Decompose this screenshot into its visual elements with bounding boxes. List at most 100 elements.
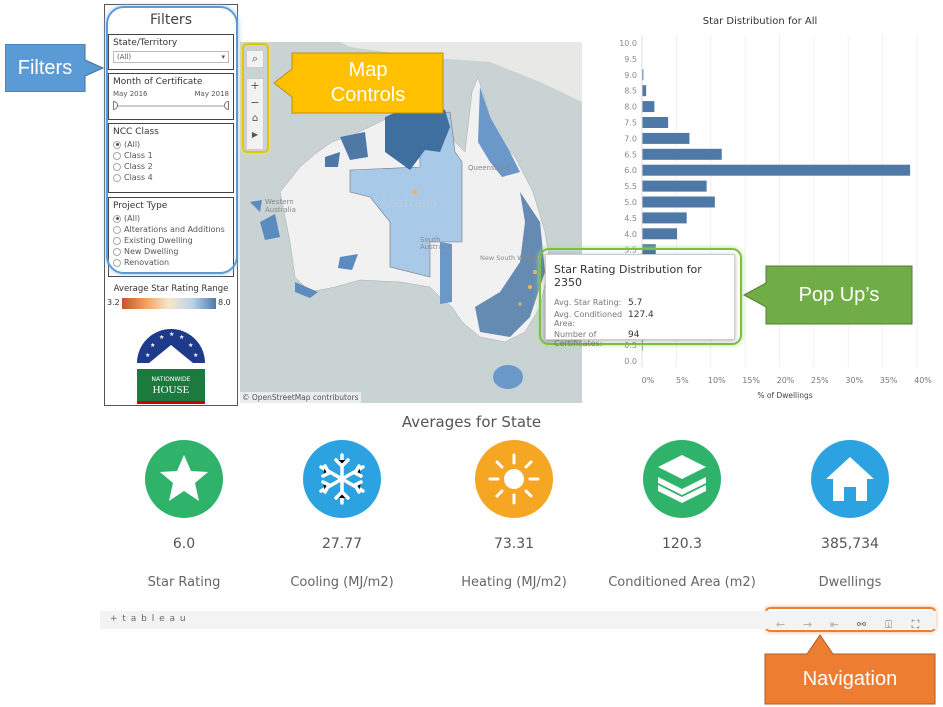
bar[interactable] <box>642 148 722 160</box>
svg-text:★: ★ <box>145 352 150 359</box>
svg-text:★: ★ <box>179 334 184 341</box>
bar[interactable] <box>642 180 707 192</box>
y-tick-label: 4.0 <box>624 230 637 239</box>
y-tick-label: 9.5 <box>624 55 637 64</box>
star-icon <box>145 440 223 518</box>
redo-icon[interactable]: → <box>794 618 821 631</box>
project-option[interactable]: (All) <box>113 214 229 223</box>
color-legend <box>122 298 216 309</box>
map-tooltip: Star Rating Distribution for 2350 Avg. S… <box>545 254 735 348</box>
kpi-label: Heating (MJ/m2) <box>461 575 567 590</box>
y-tick-label: 4.5 <box>624 214 637 223</box>
option-label: Alterations and Additions <box>124 225 225 234</box>
bar[interactable] <box>642 228 678 240</box>
svg-text:Australia: Australia <box>265 206 296 214</box>
chart-title: Star Distribution for All <box>703 16 818 27</box>
x-tick-label: 0% <box>642 376 655 385</box>
ncc-label: NCC Class <box>113 127 159 137</box>
kpi-label: Cooling (MJ/m2) <box>290 575 394 590</box>
y-tick-label: 8.5 <box>624 87 637 96</box>
map-label-queensland: Queensland <box>468 164 510 172</box>
ncc-filter: NCC Class (All) Class 1 Class 2 Class 4 <box>108 123 234 193</box>
month-start: May 2016 <box>113 90 148 98</box>
tooltip-row: Number of Certificates: 94 <box>554 330 726 348</box>
option-label: Class 1 <box>124 151 153 160</box>
ncc-option[interactable]: (All) <box>113 140 229 149</box>
x-tick-label: 30% <box>845 376 863 385</box>
nathers-logo: ★★★ ★ ★★★ NATIONWIDE HOUSE <box>137 329 205 404</box>
radio-button[interactable] <box>113 214 121 223</box>
radio-button[interactable] <box>113 140 121 149</box>
bar[interactable] <box>642 196 715 208</box>
month-end: May 2018 <box>194 90 229 98</box>
legend-title: Average Star Rating Range <box>113 284 229 294</box>
y-tick-label: 9.0 <box>624 71 637 80</box>
radio-button[interactable] <box>113 225 121 234</box>
radio-button[interactable] <box>113 173 121 182</box>
fullscreen-icon[interactable]: ⛶ <box>902 618 929 632</box>
state-value: (All) <box>117 53 132 61</box>
x-tick-label: 40% <box>914 376 932 385</box>
tooltip-key: Avg. Conditioned Area: <box>554 310 623 328</box>
svg-text:NATIONWIDE: NATIONWIDE <box>152 376 191 383</box>
kpi-value: 120.3 <box>661 536 703 552</box>
radio-button[interactable] <box>113 151 121 160</box>
bar[interactable] <box>642 212 687 224</box>
x-axis-label: % of Dwellings <box>757 391 812 400</box>
y-tick-label: 7.5 <box>624 119 637 128</box>
tooltip-value: 5.7 <box>628 298 643 308</box>
month-filter: Month of Certificate May 2016 May 2018 <box>108 73 234 120</box>
state-dropdown[interactable]: (All) ▾ <box>113 51 229 63</box>
y-tick-label: 6.5 <box>624 150 637 159</box>
ncc-option[interactable]: Class 2 <box>113 162 229 171</box>
slider-start-handle[interactable] <box>113 101 118 110</box>
option-label: (All) <box>124 214 141 223</box>
y-tick-label: 0.0 <box>624 357 637 366</box>
bar[interactable] <box>642 164 911 176</box>
kpi-value: 6.0 <box>172 536 196 552</box>
share-icon[interactable]: ⚯ <box>848 618 875 631</box>
legend-min: 3.2 <box>107 298 120 307</box>
bar[interactable] <box>642 117 669 128</box>
month-slider[interactable] <box>113 101 229 111</box>
project-option[interactable]: Existing Dwelling <box>113 236 229 245</box>
y-tick-label: 5.0 <box>624 198 637 207</box>
tableau-logo[interactable]: + t a b l e a u <box>110 614 187 624</box>
state-filter: State/Territory (All) ▾ <box>108 34 234 70</box>
radio-button[interactable] <box>113 162 121 171</box>
svg-text:★: ★ <box>169 331 174 338</box>
ncc-option[interactable]: Class 4 <box>113 173 229 182</box>
bar[interactable] <box>642 85 647 97</box>
radio-button[interactable] <box>113 258 121 267</box>
dropdown-arrow-icon: ▾ <box>221 53 225 61</box>
project-option[interactable]: New Dwelling <box>113 247 229 256</box>
x-tick-label: 35% <box>880 376 898 385</box>
tooltip-row: Avg. Star Rating: 5.7 <box>554 298 726 308</box>
navigation-callout: Navigation <box>802 667 898 690</box>
download-icon[interactable]: ⍗ <box>875 618 902 632</box>
filters-callout: Filters <box>17 56 73 79</box>
map-attribution[interactable]: © OpenStreetMap contributors <box>240 392 361 403</box>
tableau-toolbar: + t a b l e a u ← → ⇤ ⚯ ⍗ ⛶ <box>100 611 936 632</box>
bar[interactable] <box>642 132 690 144</box>
svg-text:Western: Western <box>265 198 294 206</box>
kpi-card: 120.3 Conditioned Area (m2) <box>602 440 762 590</box>
radio-button[interactable] <box>113 236 121 245</box>
project-filter: Project Type (All) Alterations and Additi… <box>108 197 234 277</box>
bar[interactable] <box>642 101 655 113</box>
tooltip-value: 127.4 <box>628 310 654 320</box>
project-option[interactable]: Alterations and Additions <box>113 225 229 234</box>
slider-end-handle[interactable] <box>224 101 229 110</box>
svg-text:★: ★ <box>193 352 198 359</box>
revert-icon[interactable]: ⇤ <box>821 618 848 631</box>
kpi-label: Conditioned Area (m2) <box>608 575 756 590</box>
y-tick-label: 10.0 <box>619 39 637 48</box>
radio-button[interactable] <box>113 247 121 256</box>
x-tick-label: 20% <box>777 376 795 385</box>
kpi-card: 73.31 Heating (MJ/m2) <box>434 440 594 590</box>
ncc-option[interactable]: Class 1 <box>113 151 229 160</box>
kpi-label: Dwellings <box>818 575 882 590</box>
kpi-card: 385,734 Dwellings <box>770 440 930 590</box>
project-option[interactable]: Renovation <box>113 258 229 267</box>
undo-icon[interactable]: ← <box>767 618 794 631</box>
